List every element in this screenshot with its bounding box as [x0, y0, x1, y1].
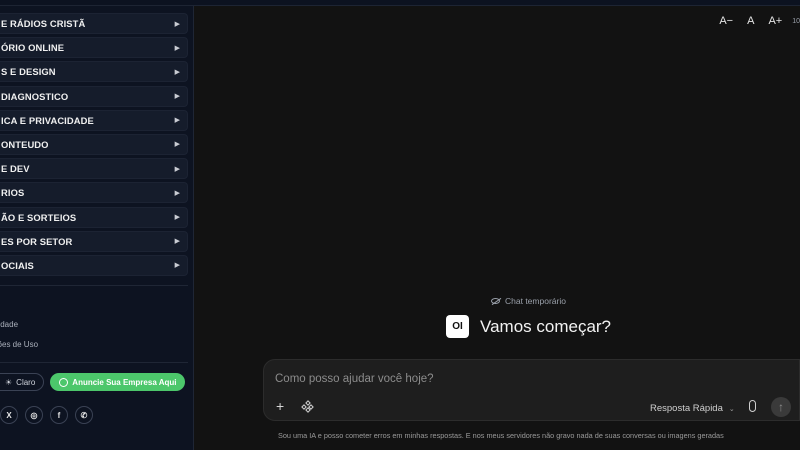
terms-link[interactable]: lições de Uso [0, 335, 38, 355]
sidebar-item-sociais[interactable]: OCIAIS ▶ [0, 254, 188, 276]
chevron-right-icon: ▶ [174, 141, 180, 149]
message-composer[interactable]: Como posso ajudar você hoje? + Resposta … [263, 359, 800, 421]
sidebar-menu: E RÁDIOS CRISTÃ ▶ ÓRIO ONLINE ▶ S E DESIGN… [0, 13, 188, 279]
sidebar-item-label: ES POR SETOR [1, 235, 73, 247]
temporary-chat-indicator[interactable]: Chat temporário [491, 296, 566, 306]
sidebar-item-label: RIOS [1, 187, 25, 199]
sidebar-item-label: E RÁDIOS CRISTÃ [1, 18, 86, 29]
sidebar-item-sorteios[interactable]: ÃO E SORTEIOS ▶ [0, 206, 188, 228]
app-logo: OI [446, 315, 469, 338]
eye-off-icon [491, 298, 500, 304]
chevron-right-icon: ▶ [174, 93, 180, 101]
sidebar-item-label: ÓRIO ONLINE [1, 42, 65, 54]
font-size-controls: A− A A+ 10 [719, 15, 800, 27]
divider [0, 362, 188, 363]
chevron-right-icon: ▶ [174, 262, 180, 270]
sidebar-item-setor[interactable]: ES POR SETOR ▶ [0, 230, 188, 252]
facebook-icon[interactable]: f [50, 406, 68, 424]
arrow-up-icon: ↑ [778, 400, 784, 414]
advertise-button[interactable]: Anuncie Sua Empresa Aqui [50, 373, 186, 391]
font-reset-button[interactable]: A [747, 15, 754, 27]
font-size-level: 10 [792, 17, 800, 25]
advertise-label: Anuncie Sua Empresa Aqui [72, 377, 177, 387]
chevron-right-icon: ▶ [174, 165, 180, 173]
chevron-right-icon: ▶ [174, 68, 180, 76]
sidebar-item-label: ÃO E SORTEIOS [1, 211, 77, 223]
sidebar-item-privacidade[interactable]: ICA E PRIVACIDADE ▶ [0, 109, 188, 131]
send-button[interactable]: ↑ [771, 397, 791, 417]
sidebar-item-label: DIAGNOSTICO [1, 90, 69, 102]
chat-main: A− A A+ 10 Chat temporário OI Vamos come… [195, 6, 800, 450]
divider [0, 285, 188, 286]
response-mode-select[interactable]: Resposta Rápida ⌄ [650, 403, 735, 414]
sun-icon: ☀ [5, 377, 13, 387]
sidebar-actions: ☀ Claro Anuncie Sua Empresa Aqui [0, 373, 186, 391]
sidebar: E RÁDIOS CRISTÃ ▶ ÓRIO ONLINE ▶ S E DESIGN… [0, 6, 194, 450]
instagram-icon[interactable]: ◎ [25, 406, 43, 424]
chevron-right-icon: ▶ [174, 117, 180, 125]
sidebar-links: acidade lições de Uso [0, 315, 38, 355]
sidebar-item-diagnostico[interactable]: DIAGNOSTICO ▶ [0, 85, 188, 107]
greeting: OI Vamos começar? [446, 315, 611, 338]
font-increase-button[interactable]: A+ [768, 15, 782, 27]
theme-toggle-button[interactable]: ☀ Claro [0, 373, 45, 391]
social-links: X ◎ f ✆ [0, 406, 93, 424]
chevron-right-icon: ▶ [174, 238, 180, 246]
whatsapp-icon[interactable]: ✆ [75, 406, 93, 424]
chevron-right-icon: ▶ [174, 189, 180, 197]
microphone-icon[interactable] [749, 400, 756, 412]
font-decrease-button[interactable]: A− [719, 15, 733, 27]
chevron-right-icon: ▶ [174, 20, 180, 28]
sidebar-item-dev[interactable]: E DEV ▶ [0, 158, 188, 180]
sidebar-item-conteudo[interactable]: ONTEUDO ▶ [0, 133, 188, 155]
greeting-title: Vamos começar? [480, 316, 612, 336]
chevron-down-icon: ⌄ [728, 405, 735, 413]
theme-toggle-label: Claro [16, 377, 36, 387]
message-input[interactable]: Como posso ajudar você hoje? [275, 373, 434, 385]
plus-icon[interactable]: + [276, 398, 284, 414]
sidebar-item-design[interactable]: S E DESIGN ▶ [0, 61, 188, 83]
sidebar-item-label: S E DESIGN [1, 66, 56, 78]
sidebar-item-radios[interactable]: E RÁDIOS CRISTÃ ▶ [0, 13, 188, 34]
temporary-chat-label: Chat temporário [505, 296, 566, 306]
x-icon[interactable]: X [0, 406, 18, 424]
response-mode-label: Resposta Rápida [650, 403, 723, 414]
sidebar-item-label: ONTEUDO [1, 138, 49, 150]
disclaimer: Sou uma IA e posso cometer erros em minh… [278, 431, 724, 440]
sidebar-item-label: E DEV [1, 163, 30, 175]
tools-icon[interactable] [301, 400, 314, 413]
privacy-link[interactable]: acidade [0, 315, 38, 335]
chevron-right-icon: ▶ [174, 214, 180, 221]
chevron-right-icon: ▶ [174, 44, 180, 52]
sidebar-item-label: OCIAIS [1, 259, 34, 271]
sidebar-item-online[interactable]: ÓRIO ONLINE ▶ [0, 37, 188, 59]
sidebar-item-label: ICA E PRIVACIDADE [1, 114, 94, 126]
whatsapp-icon [59, 377, 69, 387]
sidebar-item-rios[interactable]: RIOS ▶ [0, 182, 188, 204]
